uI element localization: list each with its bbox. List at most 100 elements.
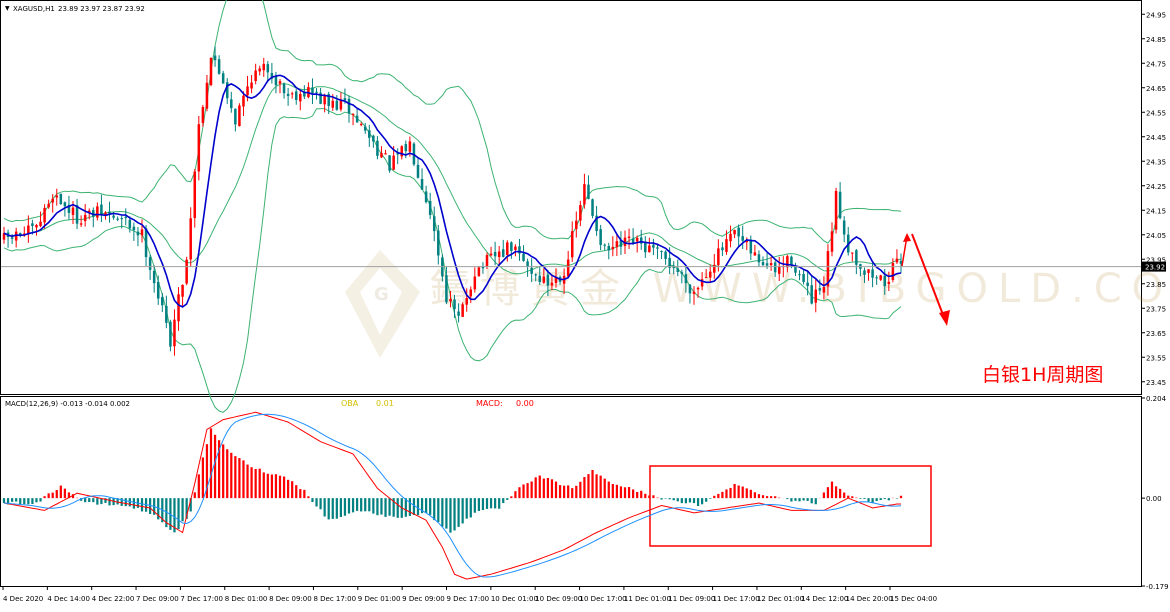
candle [477, 266, 481, 277]
candle [339, 92, 343, 112]
x-tick-label: 7 Dec 17:00 [180, 595, 223, 603]
candle [59, 193, 63, 205]
candle-body [538, 275, 542, 283]
candle [627, 228, 631, 250]
candle [757, 250, 761, 267]
candle-body [140, 229, 144, 236]
candle [501, 239, 505, 258]
y-tick-label: 24.35 [1146, 158, 1166, 166]
candle [660, 250, 663, 260]
candle-body [688, 284, 692, 294]
candle-body [55, 195, 59, 198]
candle [169, 319, 172, 352]
candle-body [692, 291, 696, 294]
x-tick-label: 12 Dec 01:00 [757, 595, 804, 603]
x-tick-label: 11 Dec 01:00 [624, 595, 671, 603]
candle-body [473, 276, 477, 290]
candle-body [680, 272, 684, 274]
candle-body [169, 321, 172, 347]
candle-body [449, 298, 452, 302]
candle-body [518, 246, 521, 254]
candle [75, 198, 79, 229]
candle-body [599, 229, 602, 245]
candle [664, 250, 667, 265]
arrow-up-head-icon [903, 233, 911, 242]
candle-body [234, 108, 237, 125]
candle [14, 227, 18, 248]
bollinger-mid-line [3, 83, 902, 275]
x-tick-label: 9 Dec 17:00 [447, 595, 490, 603]
candle-body [27, 225, 30, 234]
candle-body [445, 275, 448, 303]
candle-body [432, 216, 436, 232]
candle [368, 124, 371, 147]
candle [299, 89, 302, 111]
candle-body [863, 270, 866, 275]
candle-body [725, 239, 728, 252]
candle-body [120, 218, 123, 220]
candle-body [583, 184, 586, 205]
candle-body [347, 98, 351, 114]
macd-signal-line [3, 413, 902, 578]
candle-body [741, 236, 744, 241]
candle [205, 75, 209, 112]
candle-body [31, 223, 34, 226]
candle-body [510, 242, 513, 251]
candle [518, 238, 521, 261]
candle [721, 242, 724, 257]
candle-body [246, 86, 249, 96]
y-tick-label: 23.75 [1146, 305, 1166, 313]
candle [579, 200, 582, 227]
x-tick-label: 8 Dec 01:00 [225, 595, 268, 603]
dropdown-icon[interactable]: ▼ [5, 5, 10, 12]
candle [67, 195, 71, 220]
candle [270, 62, 274, 84]
candle-body [457, 311, 460, 316]
candle-body [477, 267, 481, 277]
candle-body [416, 164, 420, 178]
macd-title: MACD(12,26,9) -0.013 -0.014 0.002 [5, 400, 130, 408]
candle [225, 78, 229, 104]
candle-body [579, 205, 582, 221]
candle-body [152, 270, 156, 284]
candle-body [177, 294, 180, 322]
candle-body [128, 219, 132, 229]
candle [497, 245, 501, 266]
candle-body [733, 229, 736, 235]
candle [639, 229, 643, 250]
candle-body [757, 254, 761, 263]
candle-body [615, 241, 619, 248]
candle-body [100, 204, 103, 215]
x-tick-label: 7 Dec 09:00 [136, 595, 179, 603]
macd-legend-macd-label: MACD: [476, 399, 503, 408]
candle [347, 95, 351, 123]
candle-body [489, 253, 493, 256]
candle-body [343, 98, 347, 101]
x-tick-label: 9 Dec 01:00 [358, 595, 401, 603]
candle [35, 223, 38, 236]
candle-body [765, 263, 769, 266]
candle-body [830, 231, 834, 252]
candle [286, 87, 290, 106]
candle [2, 226, 6, 244]
candle-body [676, 268, 680, 272]
candle [136, 227, 140, 247]
candle-body [798, 274, 801, 276]
candle [834, 187, 838, 234]
candle [611, 236, 615, 257]
candle-body [428, 200, 432, 215]
x-tick-label: 4 Dec 14:00 [47, 595, 90, 603]
candle [388, 155, 391, 173]
candle [607, 242, 611, 260]
candle [39, 211, 42, 228]
candle-body [161, 297, 164, 306]
candle-body [485, 255, 489, 267]
candle-body [550, 282, 554, 286]
chart-annotation: 白银1H周期图 [982, 364, 1103, 386]
candle-body [43, 207, 46, 223]
candle-body [282, 83, 286, 94]
candle-body [526, 261, 529, 267]
candle [830, 222, 834, 257]
candle-body [891, 262, 895, 280]
candle-body [63, 202, 67, 207]
